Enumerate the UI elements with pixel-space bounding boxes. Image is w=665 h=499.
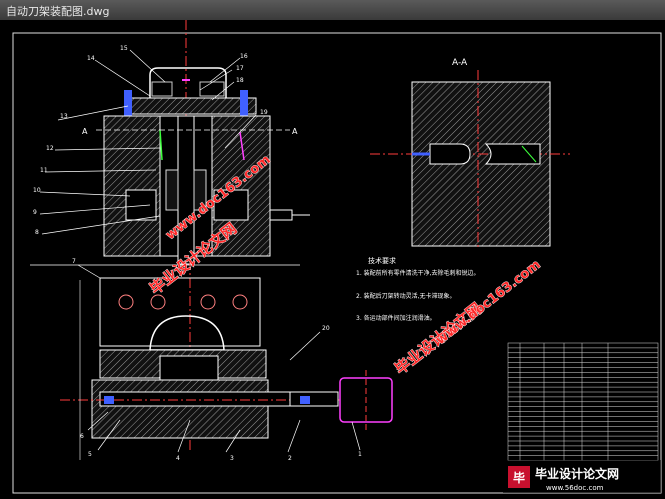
svg-text:7: 7: [72, 258, 76, 265]
svg-text:毕: 毕: [513, 470, 525, 485]
svg-text:14: 14: [87, 55, 95, 62]
svg-text:10: 10: [33, 187, 41, 194]
svg-text:12: 12: [46, 145, 54, 152]
tech-line-2: 2. 装配后刀架转动灵活,无卡滞现象。: [356, 292, 456, 300]
section-label: A-A: [452, 58, 468, 68]
svg-text:5: 5: [88, 451, 92, 458]
bottom-view: [30, 260, 393, 460]
svg-text:1: 1: [358, 451, 362, 458]
logo-cn: 毕业设计论文网: [535, 466, 619, 481]
cut-label-right: A: [292, 127, 298, 136]
svg-text:2: 2: [288, 455, 292, 462]
bom-table: [507, 342, 659, 461]
section-a-a-view: A-A: [370, 58, 570, 250]
svg-text:16: 16: [240, 53, 248, 60]
cad-drawing: A A 14 15 16 17 18 13 19 12 11 10 9 8 7 …: [12, 20, 662, 494]
tech-line-1: 1. 装配前所有零件清洗干净,去除毛刺和锐边。: [356, 269, 480, 277]
svg-text:17: 17: [236, 65, 244, 72]
svg-text:6: 6: [80, 433, 84, 440]
svg-text:18: 18: [236, 77, 244, 84]
watermark-logo: 毕 毕业设计论文网 www.56doc.com: [503, 460, 661, 493]
svg-text:4: 4: [176, 455, 180, 462]
title-bar: 自动刀架装配图.dwg: [0, 0, 665, 21]
svg-text:19: 19: [260, 109, 268, 116]
svg-text:8: 8: [35, 229, 39, 236]
svg-text:20: 20: [322, 325, 330, 332]
window-title: 自动刀架装配图.dwg: [6, 5, 110, 18]
tech-line-3: 3. 各运动部件间加注润滑油。: [356, 314, 436, 322]
top-assembly-view: A A: [82, 20, 310, 265]
logo-url: www.56doc.com: [546, 484, 604, 492]
drawing-canvas[interactable]: A A 14 15 16 17 18 13 19 12 11 10 9 8 7 …: [0, 20, 665, 495]
tech-title: 技术要求: [368, 256, 396, 265]
svg-text:13: 13: [60, 113, 68, 120]
svg-text:9: 9: [33, 209, 37, 216]
cut-label-left: A: [82, 127, 88, 136]
svg-text:11: 11: [40, 167, 48, 174]
svg-text:3: 3: [230, 455, 234, 462]
svg-text:15: 15: [120, 45, 128, 52]
